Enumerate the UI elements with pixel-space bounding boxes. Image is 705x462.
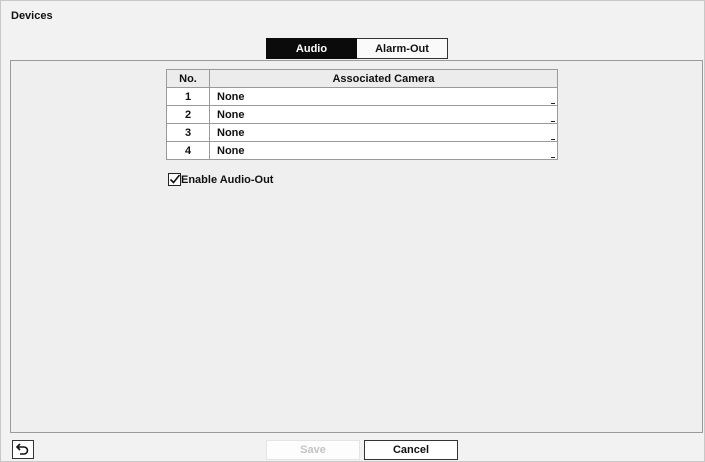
- camera-select[interactable]: None: [209, 87, 558, 106]
- dropdown-indicator-icon: [551, 121, 555, 122]
- checkbox-checked-icon[interactable]: [168, 173, 181, 186]
- table-row: 2 None: [166, 105, 558, 124]
- camera-select[interactable]: None: [209, 105, 558, 124]
- enable-audio-out-checkbox[interactable]: Enable Audio-Out: [168, 173, 273, 186]
- camera-select[interactable]: None: [209, 141, 558, 160]
- row-number: 2: [166, 105, 210, 124]
- undo-arrow-icon: [16, 443, 29, 455]
- window-title: Devices: [11, 10, 53, 22]
- camera-select-value: None: [217, 90, 245, 103]
- row-number: 4: [166, 141, 210, 160]
- dropdown-indicator-icon: [551, 103, 555, 104]
- table-row: 3 None: [166, 123, 558, 142]
- tab-bar: Audio Alarm-Out: [266, 38, 448, 59]
- column-header-associated-camera: Associated Camera: [209, 69, 558, 88]
- table-row: 1 None: [166, 87, 558, 106]
- table-header-row: No. Associated Camera: [166, 69, 558, 88]
- camera-select-value: None: [217, 108, 245, 121]
- audio-panel: No. Associated Camera 1 None 2 None 3 No…: [10, 60, 703, 433]
- cancel-button[interactable]: Cancel: [364, 440, 458, 460]
- row-number: 3: [166, 123, 210, 142]
- footer-bar: Save Cancel: [10, 438, 703, 460]
- camera-select[interactable]: None: [209, 123, 558, 142]
- camera-select-value: None: [217, 126, 245, 139]
- devices-window: Devices Audio Alarm-Out No. Associated C…: [0, 0, 705, 462]
- enable-audio-out-label: Enable Audio-Out: [181, 173, 274, 186]
- row-number: 1: [166, 87, 210, 106]
- save-button[interactable]: Save: [266, 440, 360, 460]
- tab-alarm-out[interactable]: Alarm-Out: [357, 38, 448, 59]
- camera-select-value: None: [217, 144, 245, 157]
- tab-audio[interactable]: Audio: [266, 38, 357, 59]
- dropdown-indicator-icon: [551, 139, 555, 140]
- column-header-no: No.: [166, 69, 210, 88]
- audio-camera-table: No. Associated Camera 1 None 2 None 3 No…: [166, 69, 558, 160]
- dropdown-indicator-icon: [551, 157, 555, 158]
- back-button[interactable]: [12, 440, 34, 459]
- table-row: 4 None: [166, 141, 558, 160]
